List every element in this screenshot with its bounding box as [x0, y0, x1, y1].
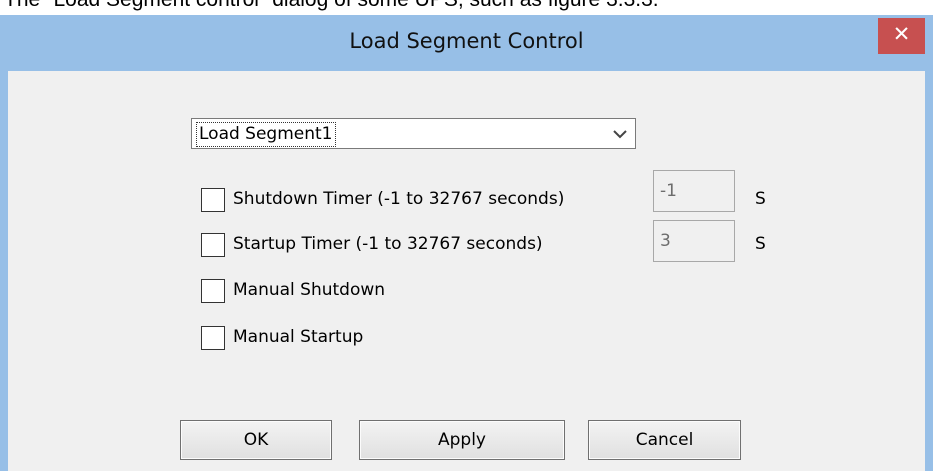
title-bar[interactable]: Load Segment Control ✕	[0, 15, 933, 71]
chevron-down-icon	[613, 130, 627, 139]
shutdown-timer-label: Shutdown Timer (-1 to 32767 seconds)	[233, 189, 565, 209]
startup-timer-field[interactable]: 3	[653, 220, 735, 262]
load-segment-dropdown[interactable]: Load Segment1	[191, 118, 636, 149]
document-caption: The "Load Segment control" dialog of som…	[4, 0, 659, 12]
startup-timer-unit: S	[755, 234, 766, 254]
shutdown-timer-field[interactable]: -1	[653, 170, 735, 212]
apply-button[interactable]: Apply	[359, 420, 565, 460]
manual-shutdown-label: Manual Shutdown	[233, 280, 386, 300]
cancel-button[interactable]: Cancel	[588, 420, 741, 460]
startup-timer-checkbox[interactable]	[201, 233, 225, 257]
shutdown-timer-checkbox[interactable]	[201, 188, 225, 212]
dialog-title: Load Segment Control	[349, 29, 584, 53]
close-icon: ✕	[892, 22, 911, 46]
close-button[interactable]: ✕	[878, 18, 925, 54]
shutdown-timer-unit: S	[755, 189, 766, 209]
manual-shutdown-checkbox[interactable]	[201, 279, 225, 303]
dialog-body: Load Segment1 Shutdown Timer (-1 to 3276…	[8, 71, 925, 471]
ok-button[interactable]: OK	[180, 420, 332, 460]
startup-timer-label: Startup Timer (-1 to 32767 seconds)	[233, 234, 543, 254]
manual-startup-label: Manual Startup	[233, 327, 364, 347]
dialog-window: Load Segment Control ✕ Load Segment1 Shu…	[0, 15, 933, 471]
manual-startup-checkbox[interactable]	[201, 326, 225, 350]
load-segment-selected-value: Load Segment1	[196, 122, 336, 147]
